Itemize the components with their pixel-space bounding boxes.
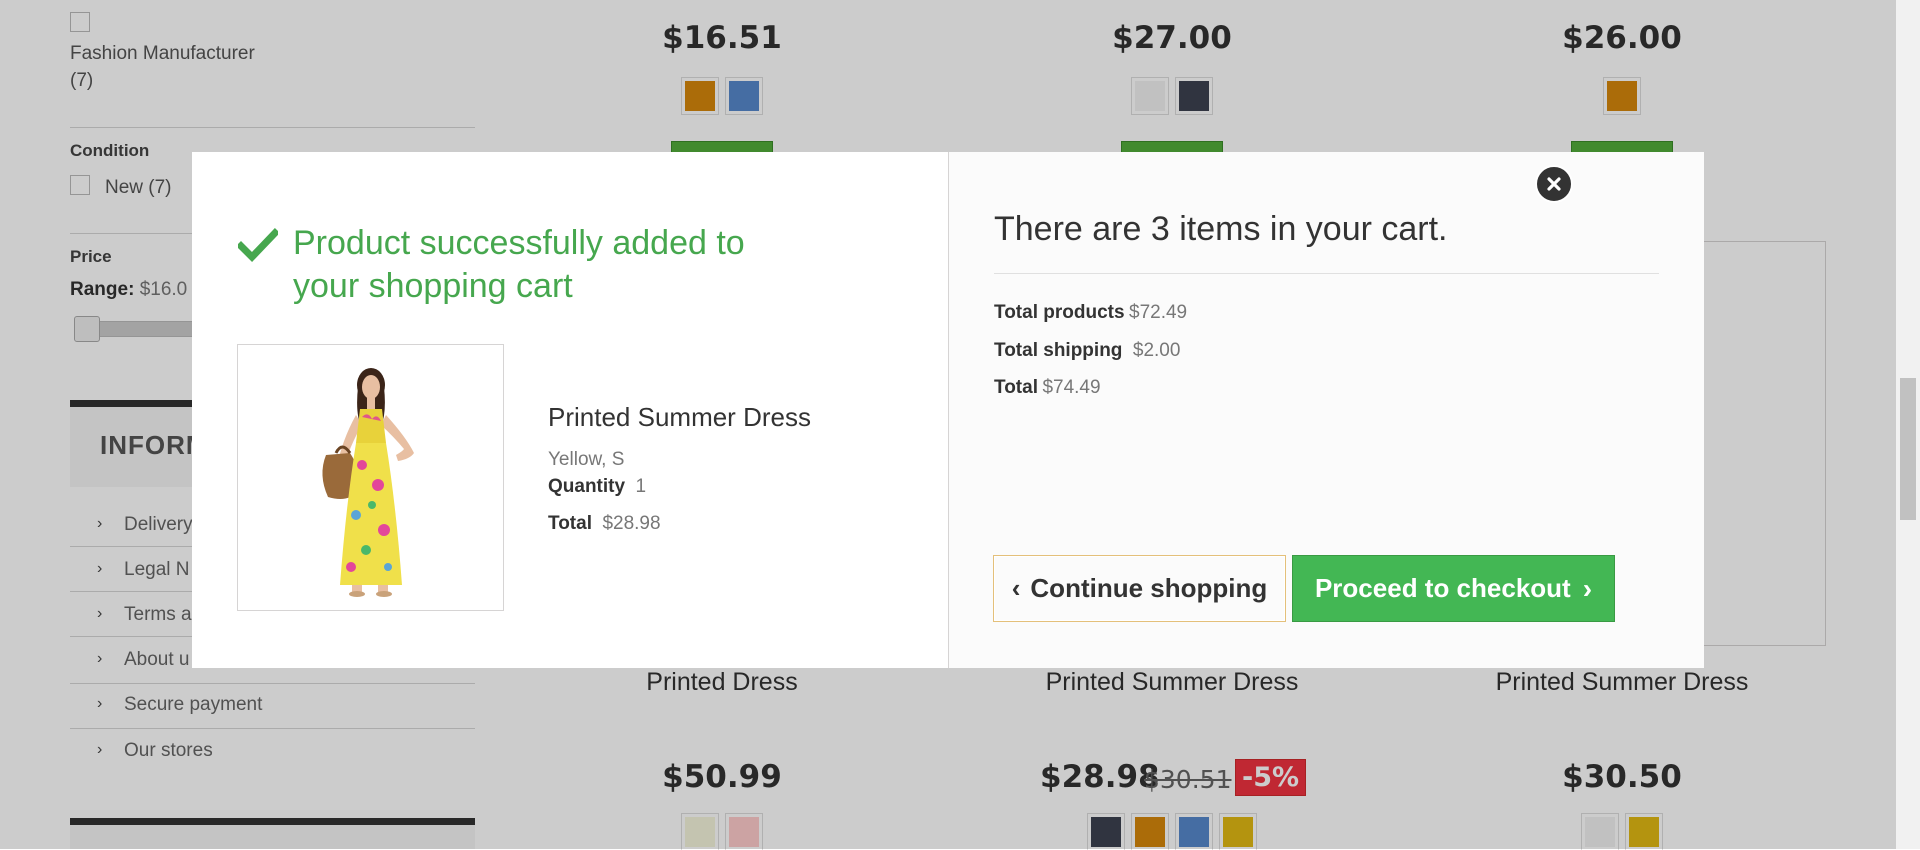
- modal-product-total: Total $28.98: [548, 513, 661, 535]
- success-message: Product successfully added to your shopp…: [293, 222, 813, 308]
- cart-total-products: Total products $72.49: [994, 302, 1187, 324]
- proceed-to-checkout-label: Proceed to checkout: [1314, 573, 1571, 603]
- page-scrollbar[interactable]: [1896, 0, 1920, 849]
- continue-shopping-label: Continue shopping: [1030, 573, 1268, 603]
- success-message-line2: your shopping cart: [293, 267, 573, 305]
- scrollbar-thumb[interactable]: [1900, 378, 1916, 520]
- proceed-to-checkout-button[interactable]: Proceed to checkout ›: [1292, 555, 1615, 622]
- quantity-value: 1: [635, 476, 647, 497]
- cart-total-label: Total: [994, 377, 1038, 398]
- cart-total-shipping: Total shipping $2.00: [994, 340, 1180, 362]
- quantity-label: Quantity: [548, 476, 626, 497]
- product-image: [237, 344, 504, 611]
- divider: [994, 273, 1659, 274]
- total-products-value: $72.49: [1129, 302, 1188, 323]
- continue-shopping-button[interactable]: ‹ Continue shopping: [993, 555, 1286, 622]
- modal-product-attributes: Yellow, S: [548, 449, 625, 470]
- cart-total-value: $74.49: [1042, 377, 1101, 398]
- cart-total: Total $74.49: [994, 377, 1101, 399]
- product-total-value: $28.98: [602, 513, 661, 534]
- success-message-line1: Product successfully added to: [293, 224, 745, 262]
- modal-product-quantity: Quantity 1: [548, 476, 646, 498]
- checkmark-icon: [238, 228, 278, 262]
- cart-item-count: There are 3 items in your cart.: [994, 210, 1448, 248]
- total-products-label: Total products: [994, 302, 1125, 323]
- dress-model-image: [238, 345, 503, 610]
- total-shipping-value: $2.00: [1132, 340, 1181, 361]
- add-to-cart-modal: Product successfully added to your shopp…: [192, 152, 1704, 668]
- cart-summary-pane: There are 3 items in your cart. Total pr…: [948, 152, 1704, 668]
- chevron-left-icon: ‹: [1011, 573, 1021, 603]
- close-icon[interactable]: [1535, 165, 1573, 203]
- chevron-right-icon: ›: [1582, 572, 1593, 604]
- total-shipping-label: Total shipping: [994, 340, 1123, 361]
- product-total-label: Total: [548, 513, 592, 534]
- modal-product-name: Printed Summer Dress: [548, 402, 811, 432]
- close-x-glyph: [1547, 177, 1561, 191]
